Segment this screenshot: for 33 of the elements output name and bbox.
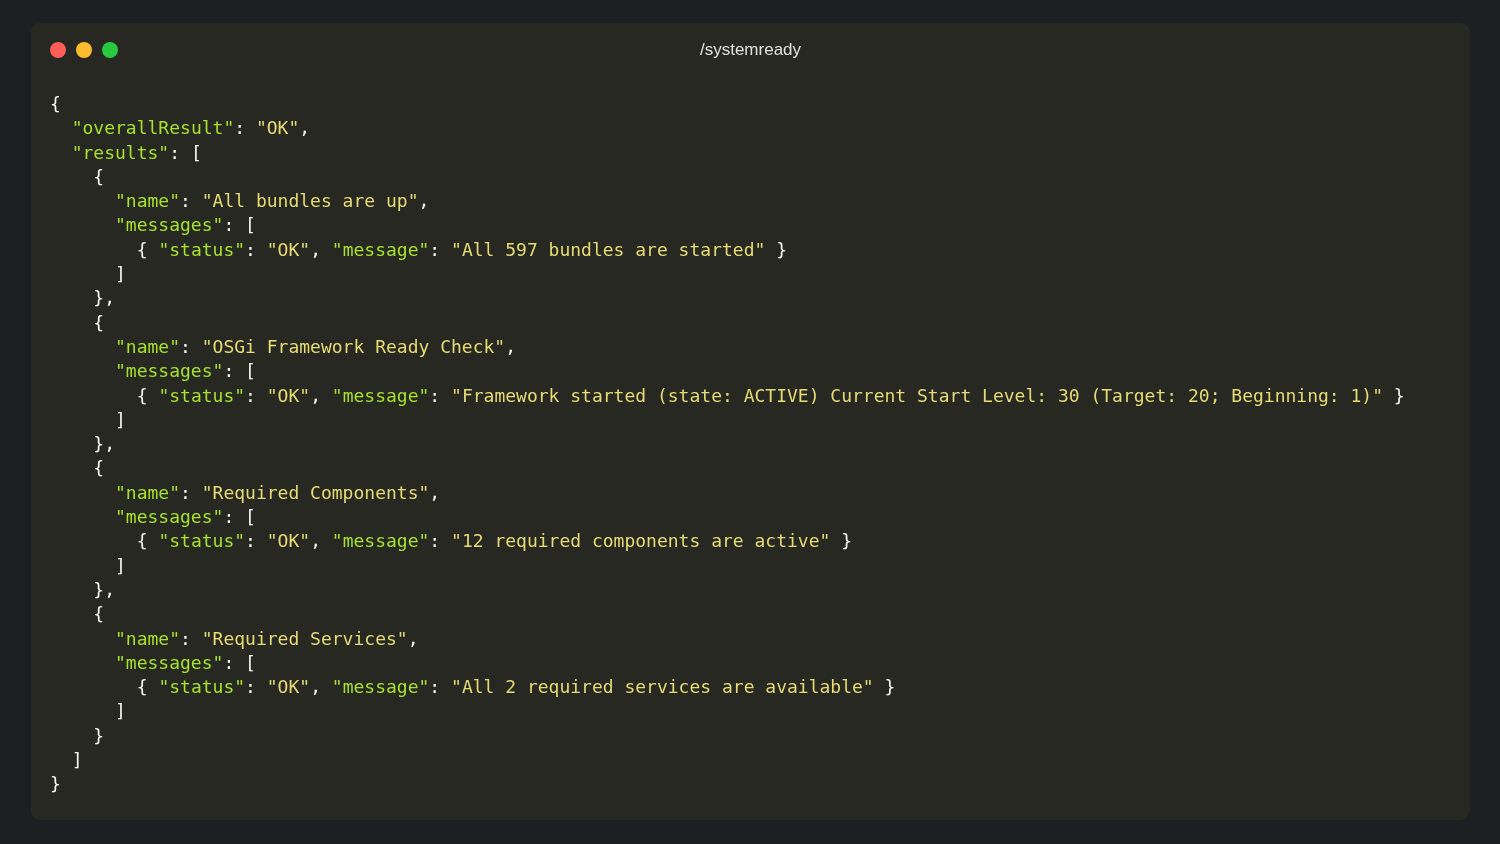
code-line: "messages": [ xyxy=(115,214,256,236)
code-line: ] xyxy=(115,554,126,576)
zoom-button[interactable] xyxy=(102,42,118,58)
code-line: } xyxy=(50,773,61,795)
code-line: ] xyxy=(115,700,126,722)
code-line: { xyxy=(93,457,105,479)
code-line: "messages": [ xyxy=(115,506,256,528)
code-line: "name": "All bundles are up", xyxy=(115,190,430,212)
code-line: }, xyxy=(93,433,116,455)
code-line: "overallResult": "OK", xyxy=(71,117,311,139)
code-line: "name": "OSGi Framework Ready Check", xyxy=(115,335,516,357)
code-line: } xyxy=(93,724,105,746)
window-title: /systemready xyxy=(699,40,802,60)
code-line: { "status": "OK", "message": "12 required components are active" } xyxy=(136,530,853,552)
code-line: { xyxy=(93,165,105,187)
code-line: "messages": [ xyxy=(115,651,256,673)
minimize-button[interactable] xyxy=(76,42,92,58)
code-line: { "status": "OK", "message": "All 597 bundles are started" } xyxy=(136,238,787,260)
close-button[interactable] xyxy=(50,42,66,58)
code-line: "name": "Required Components", xyxy=(115,481,441,503)
code-line: ] xyxy=(115,408,126,430)
code-line: }, xyxy=(93,287,116,309)
code-line: { xyxy=(93,603,105,625)
code-line: "results": [ xyxy=(71,141,202,163)
code-line: "messages": [ xyxy=(115,360,256,382)
code-line: ] xyxy=(115,263,126,285)
code-line: }, xyxy=(93,578,116,600)
code-line: ] xyxy=(71,749,83,770)
code-line: { xyxy=(93,311,105,333)
code-line: "name": "Required Services", xyxy=(115,627,419,649)
code-line: { "status": "OK", "message": "Framework started (state: ACTIVE) Current Start Level: 30 (Target: 20; Beginning: 1)" } xyxy=(136,384,1405,406)
code-line: { xyxy=(50,93,61,114)
code-line: { "status": "OK", "message": "All 2 required services are available" } xyxy=(136,676,896,698)
